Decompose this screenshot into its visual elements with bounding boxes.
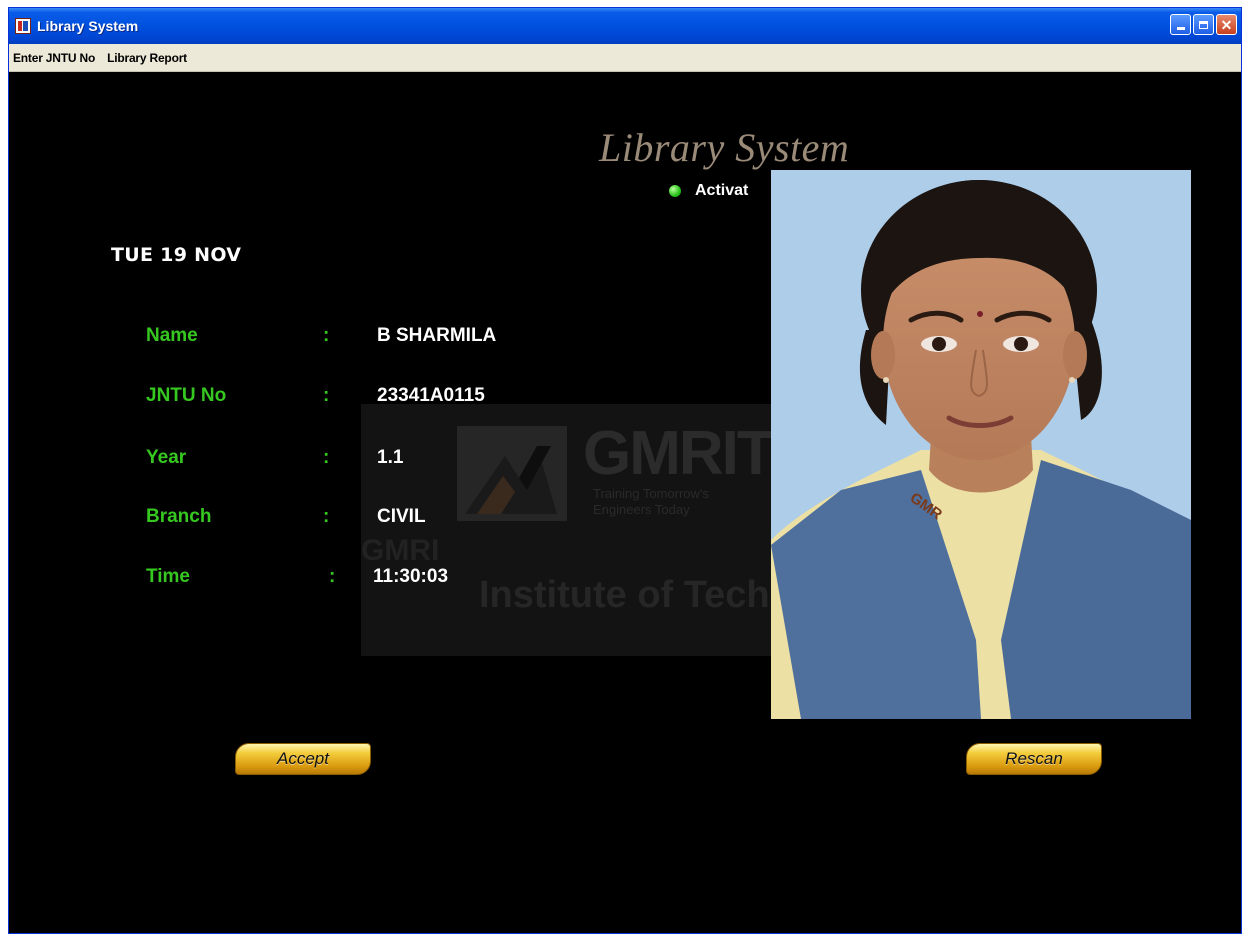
jntu-no-colon: :: [323, 385, 330, 406]
status-indicator: Activat: [669, 182, 748, 200]
jntu-no-value: 23341A0115: [377, 385, 485, 406]
minimize-button[interactable]: [1170, 14, 1191, 35]
maximize-button[interactable]: [1193, 14, 1214, 35]
watermark-institute: Institute of Tech: [479, 574, 770, 616]
menu-enter-jntu-no[interactable]: Enter JNTU No: [9, 51, 101, 65]
watermark-tagline: Training Tomorrow's Engineers Today: [593, 486, 709, 518]
watermark-tagline-2: Engineers Today: [593, 502, 690, 517]
name-label: Name: [146, 325, 198, 346]
time-value: 11:30:03: [373, 566, 449, 587]
window-title: Library System: [37, 18, 139, 34]
date-display: TUE 19 NOV: [111, 244, 242, 266]
rescan-button[interactable]: Rescan: [966, 743, 1102, 775]
title-bar[interactable]: Library System ✕: [9, 8, 1241, 44]
accept-button-label: Accept: [277, 749, 329, 768]
menu-bar: Enter JNTU No Library Report: [9, 44, 1241, 72]
watermark-brand: GMRIT: [583, 419, 775, 488]
library-system-window: Library System ✕ Enter JNTU No Library R…: [8, 7, 1242, 934]
student-portrait-icon: GMR: [771, 170, 1191, 719]
year-label: Year: [146, 447, 187, 468]
main-panel: Library System Activat TUE 19 NOV GMRIT …: [9, 72, 1241, 933]
year-colon: :: [323, 447, 330, 468]
college-logo-icon: [457, 426, 567, 521]
jntu-no-label: JNTU No: [146, 385, 227, 406]
branch-label: Branch: [146, 506, 212, 527]
branch-colon: :: [323, 506, 330, 527]
branch-value: CIVIL: [377, 506, 426, 527]
menu-library-report[interactable]: Library Report: [101, 51, 193, 65]
status-text: Activat: [695, 182, 749, 199]
year-value: 1.1: [377, 447, 404, 468]
student-photo: GMR: [771, 170, 1191, 719]
close-icon: ✕: [1220, 16, 1233, 33]
name-colon: :: [323, 325, 330, 346]
time-label: Time: [146, 566, 191, 587]
status-dot-icon: [669, 185, 681, 197]
watermark-fragment: GMRI: [361, 534, 440, 567]
window-controls: ✕: [1170, 14, 1237, 35]
name-value: B SHARMILA: [377, 325, 497, 346]
maximize-icon: [1199, 20, 1208, 29]
app-icon: [15, 18, 31, 34]
rescan-button-label: Rescan: [1005, 749, 1063, 768]
time-colon: :: [329, 566, 336, 587]
watermark-tagline-1: Training Tomorrow's: [593, 486, 709, 501]
close-button[interactable]: ✕: [1216, 14, 1237, 35]
college-watermark: GMRIT Training Tomorrow's Engineers Toda…: [361, 404, 801, 656]
accept-button[interactable]: Accept: [235, 743, 371, 775]
page-title: Library System: [599, 125, 850, 170]
minimize-icon: [1176, 27, 1185, 30]
